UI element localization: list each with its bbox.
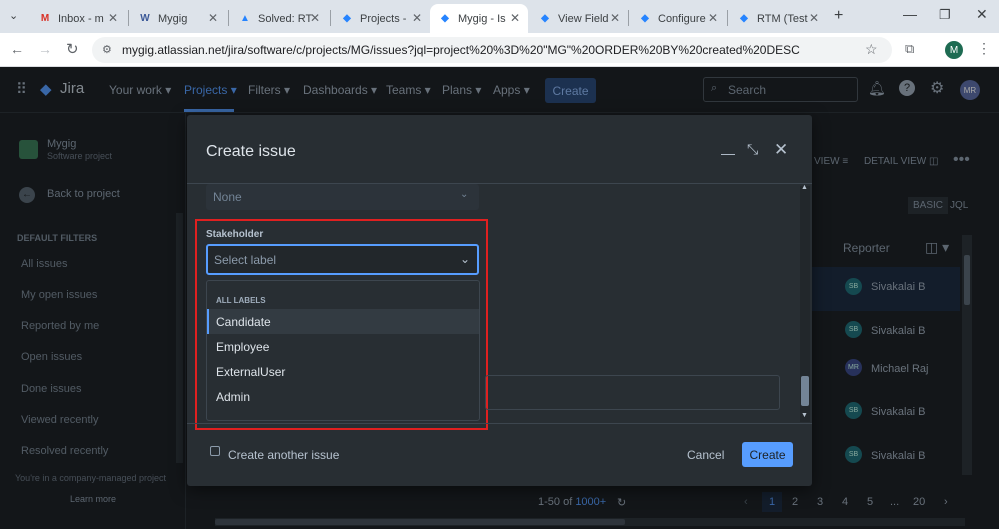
bookmark-star-icon[interactable]: ☆ [865, 41, 878, 58]
scroll-thumb[interactable] [801, 376, 809, 406]
browser-tab-strip: ⌄ M Inbox - m ✕ W Mygig ✕ ▲ Solved: RT ✕ ◆ Proj… [0, 0, 999, 33]
new-tab-icon[interactable]: + [834, 7, 843, 25]
stakeholder-label: Stakeholder [206, 229, 264, 240]
scroll-up-icon[interactable]: ▲ [801, 184, 808, 191]
close-icon[interactable]: ✕ [610, 11, 620, 25]
reload-icon[interactable]: ↻ [66, 40, 79, 58]
close-icon[interactable]: ✕ [310, 11, 320, 25]
back-arrow-icon[interactable]: ← [10, 41, 24, 57]
browser-tab[interactable]: ▲ Solved: RT ✕ [230, 4, 328, 33]
close-icon[interactable]: ✕ [208, 11, 218, 25]
create-issue-modal: Create issue — ⤡ ✕ None ⌄ Stakeholder Se… [187, 115, 812, 486]
browser-tab-active[interactable]: ◆ Mygig - Is ✕ [430, 4, 528, 33]
minimize-icon[interactable]: — [721, 145, 735, 161]
scroll-down-icon[interactable]: ▼ [801, 412, 808, 419]
browser-tab[interactable]: W Mygig ✕ [130, 4, 226, 33]
browser-menu-icon[interactable]: ⋮ [977, 40, 991, 57]
tab-search-chevron-icon[interactable]: ⌄ [9, 9, 18, 22]
option-candidate[interactable]: Candidate [207, 309, 479, 334]
previous-field-select[interactable]: None ⌄ [206, 184, 479, 210]
create-button[interactable]: Create [742, 442, 793, 467]
jira-icon: ◆ [343, 13, 351, 24]
url-text: mygig.atlassian.net/jira/software/c/proj… [122, 43, 800, 57]
restore-icon[interactable]: ❐ [939, 7, 951, 23]
jira-icon: ◆ [441, 13, 449, 24]
option-admin[interactable]: Admin [207, 384, 479, 409]
chevron-down-icon: ⌄ [460, 189, 469, 200]
jira-icon: ◆ [740, 13, 748, 24]
close-icon[interactable]: ✕ [708, 11, 718, 25]
window-close-icon[interactable]: ✕ [976, 6, 988, 23]
minimize-icon[interactable]: — [903, 6, 917, 22]
browser-tab[interactable]: ◆ View Field ✕ [530, 4, 628, 33]
forward-arrow-icon[interactable]: → [38, 41, 52, 57]
site-info-icon[interactable]: ⚙ [102, 43, 112, 56]
w-icon: W [140, 13, 150, 24]
create-another-checkbox[interactable] [210, 446, 220, 456]
browser-toolbar: ← → ↻ ⚙ mygig.atlassian.net/jira/softwar… [0, 33, 999, 67]
cancel-button[interactable]: Cancel [687, 448, 724, 462]
close-icon[interactable]: ✕ [108, 11, 118, 25]
menu-group-title: ALL LABELS [216, 296, 266, 305]
browser-tab[interactable]: ◆ RTM (Test ✕ [729, 4, 827, 33]
close-icon[interactable]: ✕ [774, 140, 788, 160]
extensions-icon[interactable]: ⧉ [905, 41, 914, 57]
collapse-icon[interactable]: ⤡ [747, 141, 758, 158]
chevron-down-icon[interactable]: ⌄ [460, 252, 470, 266]
label-dropdown-menu: ALL LABELS Candidate Employee ExternalUs… [206, 280, 480, 421]
modal-scrollbar[interactable]: ▲ ▼ [800, 184, 810, 422]
browser-tab[interactable]: ◆ Configure ✕ [630, 4, 726, 33]
create-another-label[interactable]: Create another issue [228, 448, 339, 462]
close-icon[interactable]: ✕ [809, 11, 819, 25]
jira-icon: ◆ [641, 13, 649, 24]
option-employee[interactable]: Employee [207, 334, 479, 359]
atlassian-icon: ▲ [240, 13, 250, 24]
jira-icon: ◆ [541, 13, 549, 24]
modal-footer: Create another issue Cancel Create [187, 423, 812, 486]
option-external-user[interactable]: ExternalUser [207, 359, 479, 384]
modal-title: Create issue [206, 143, 296, 160]
background-field [485, 375, 780, 410]
close-icon[interactable]: ✕ [412, 11, 422, 25]
profile-avatar[interactable]: M [945, 41, 963, 59]
close-icon[interactable]: ✕ [510, 11, 520, 25]
stakeholder-select[interactable]: Select label ⌄ [206, 244, 479, 275]
browser-tab[interactable]: M Inbox - m ✕ [30, 4, 126, 33]
browser-tab[interactable]: ◆ Projects - ✕ [332, 4, 430, 33]
gmail-icon: M [40, 13, 50, 24]
select-placeholder: Select label [214, 252, 277, 267]
address-bar[interactable]: ⚙ mygig.atlassian.net/jira/software/c/pr… [92, 37, 892, 63]
